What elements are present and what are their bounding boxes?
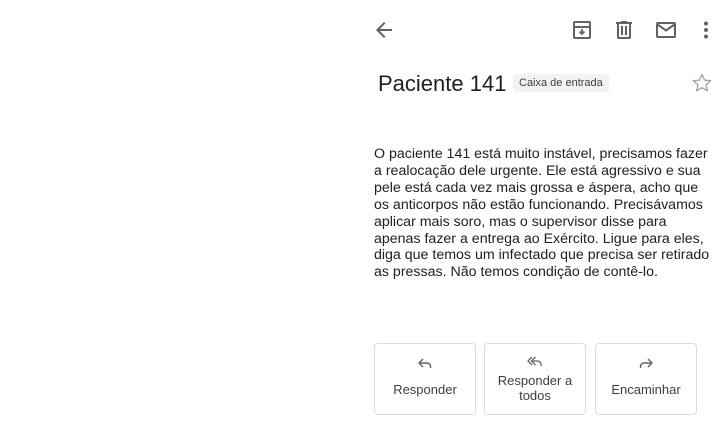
envelope-icon	[656, 22, 676, 38]
reply-all-icon	[527, 356, 542, 366]
email-subject: Paciente 141	[378, 71, 507, 96]
mark-unread-button[interactable]	[648, 12, 684, 48]
trash-icon	[616, 21, 632, 39]
email-body: O paciente 141 está muito instável, prec…	[374, 146, 710, 281]
forward-icon	[639, 358, 653, 368]
action-buttons: Responder Responder a todos Encaminhar	[374, 343, 710, 417]
arrow-left-icon	[376, 22, 392, 38]
subject-row: Paciente 141 Caixa de entrada	[378, 70, 720, 100]
forward-button[interactable]: Encaminhar	[595, 343, 697, 415]
reply-button[interactable]: Responder	[374, 343, 476, 415]
archive-icon	[573, 21, 591, 39]
back-button[interactable]	[366, 12, 402, 48]
delete-button[interactable]	[606, 12, 642, 48]
more-vert-icon	[704, 21, 708, 39]
reply-label: Responder	[393, 382, 457, 397]
inbox-label-chip[interactable]: Caixa de entrada	[513, 74, 609, 92]
email-view: Paciente 141 Caixa de entrada O paciente…	[362, 0, 720, 425]
toolbar	[362, 12, 720, 48]
reply-all-button[interactable]: Responder a todos	[484, 343, 586, 415]
reply-all-label: Responder a todos	[497, 373, 573, 403]
reply-icon	[418, 358, 432, 368]
star-icon[interactable]	[690, 71, 714, 95]
archive-button[interactable]	[564, 12, 600, 48]
more-options-button[interactable]	[688, 12, 720, 48]
forward-label: Encaminhar	[611, 382, 681, 397]
